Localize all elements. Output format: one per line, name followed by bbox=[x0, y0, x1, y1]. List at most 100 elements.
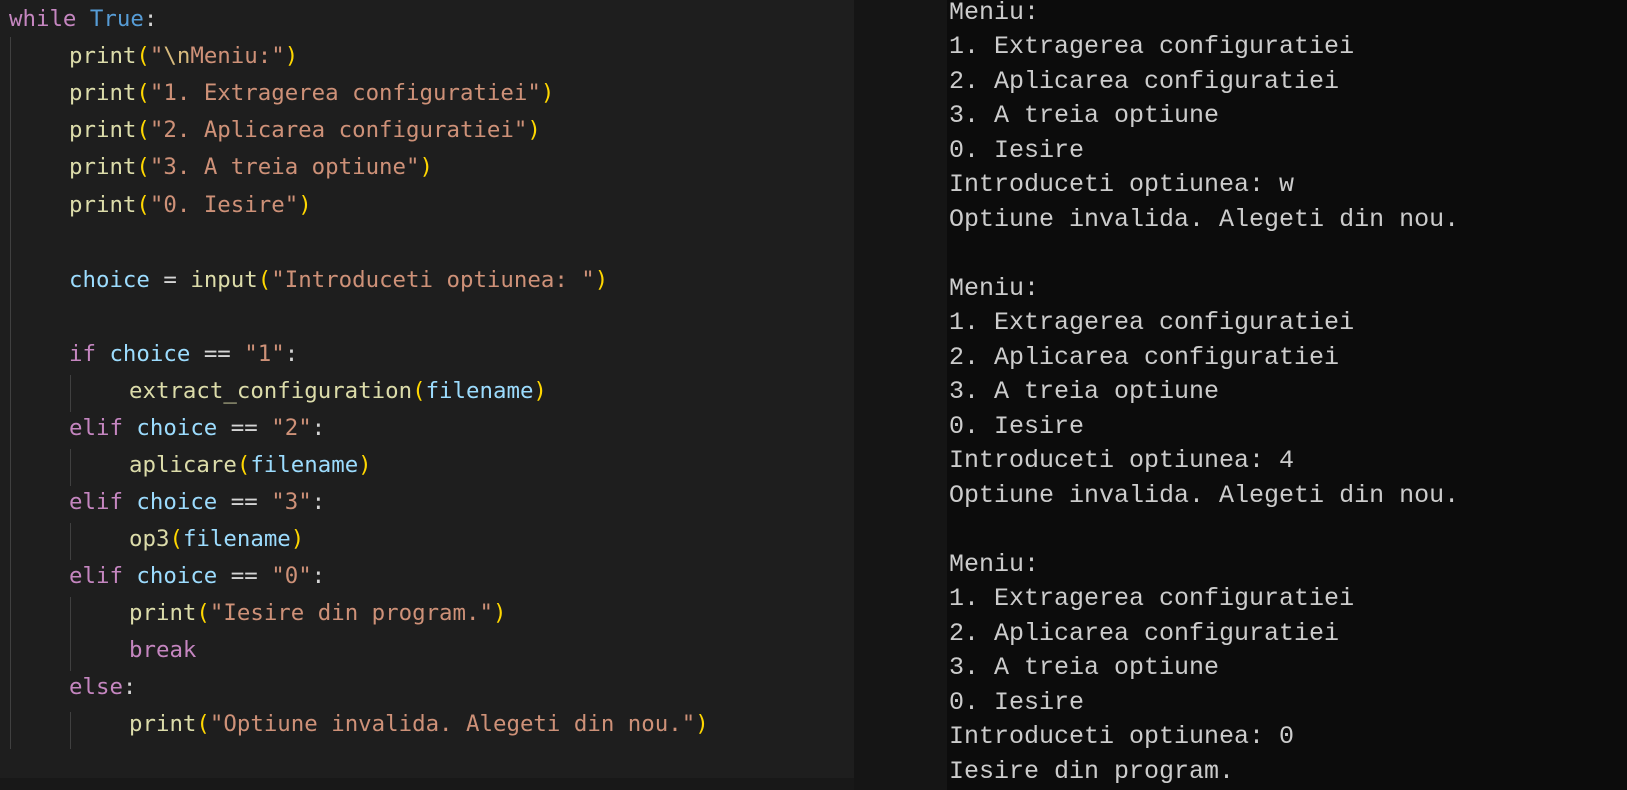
code-line[interactable]: break bbox=[129, 632, 196, 669]
string-literal: 2. Aplicarea configuratiei bbox=[163, 117, 514, 143]
string-quote: " bbox=[298, 563, 312, 589]
bracket: ) bbox=[540, 80, 555, 106]
terminal-line: 2. Aplicarea configuratiei bbox=[949, 619, 1340, 648]
code-line[interactable]: print("\nMeniu:") bbox=[69, 38, 298, 75]
string-literal: Meniu: bbox=[190, 43, 272, 69]
operator: == bbox=[217, 489, 272, 515]
string-quote: " bbox=[149, 117, 164, 143]
constant: True bbox=[89, 6, 144, 32]
keyword: while bbox=[9, 6, 77, 32]
code-line[interactable]: print("1. Extragerea configuratiei") bbox=[69, 75, 554, 112]
string-quote: " bbox=[209, 711, 224, 737]
terminal-line: 0. Iesire bbox=[949, 136, 1085, 165]
code-line[interactable]: elif choice == "3": bbox=[69, 484, 325, 521]
bracket: ( bbox=[136, 80, 150, 106]
function-name: aplicare bbox=[129, 452, 237, 478]
bracket: ) bbox=[290, 526, 305, 552]
code-line[interactable]: op3(filename) bbox=[129, 521, 304, 558]
terminal-line: Introduceti optiunea: 0 bbox=[949, 722, 1295, 751]
bracket: ) bbox=[493, 600, 507, 626]
editor-bottom-strip bbox=[0, 778, 854, 790]
keyword: break bbox=[129, 637, 197, 663]
operator: = bbox=[149, 267, 191, 293]
string-literal: 3. A treia optiune bbox=[163, 154, 407, 180]
code-line[interactable]: elif choice == "0": bbox=[69, 558, 325, 595]
string-literal: Iesire din program. bbox=[223, 600, 480, 626]
code-line[interactable]: aplicare(filename) bbox=[129, 447, 372, 484]
bracket: ) bbox=[533, 378, 547, 404]
string-quote: " bbox=[149, 43, 164, 69]
string-quote: " bbox=[244, 341, 258, 367]
string-literal: 3 bbox=[284, 489, 299, 515]
terminal-line: Introduceti optiunea: w bbox=[949, 170, 1295, 199]
keyword: elif bbox=[69, 415, 123, 441]
keyword: else bbox=[69, 674, 123, 700]
screenshot: while True: print("\nMeniu:") print("1. … bbox=[0, 0, 1627, 790]
code-line[interactable]: print("Optiune invalida. Alegeti din nou… bbox=[129, 706, 709, 743]
code-line[interactable]: while True: bbox=[9, 1, 157, 38]
string-literal: 0 bbox=[284, 563, 299, 589]
code-editor[interactable]: while True: print("\nMeniu:") print("1. … bbox=[0, 0, 854, 790]
string-quote: " bbox=[149, 80, 164, 106]
bracket: ( bbox=[257, 267, 272, 293]
indent-guide bbox=[70, 449, 71, 486]
terminal-line: Iesire din program. bbox=[949, 757, 1235, 786]
indent-guide bbox=[70, 597, 71, 671]
colon: : bbox=[311, 489, 326, 515]
variable: filename bbox=[425, 378, 534, 404]
string-literal: 1 bbox=[257, 341, 272, 367]
code-line[interactable]: print("2. Aplicarea configuratiei") bbox=[69, 112, 541, 149]
code-line[interactable]: extract_configuration(filename) bbox=[129, 373, 547, 410]
terminal-output[interactable]: Meniu: 1. Extragerea configuratiei 2. Ap… bbox=[947, 0, 1627, 790]
terminal-line: Optiune invalida. Alegeti din nou. bbox=[949, 481, 1460, 510]
code-line[interactable]: print("Iesire din program.") bbox=[129, 595, 506, 632]
function-name: print bbox=[69, 80, 137, 106]
bracket: ( bbox=[136, 192, 150, 218]
string-quote: " bbox=[298, 489, 312, 515]
terminal-line: 1. Extragerea configuratiei bbox=[949, 308, 1355, 337]
bracket: ) bbox=[695, 711, 709, 737]
string-quote: " bbox=[271, 267, 285, 293]
bracket: ( bbox=[236, 452, 251, 478]
string-quote: " bbox=[271, 563, 285, 589]
function-name: op3 bbox=[129, 526, 170, 552]
bracket: ( bbox=[136, 117, 150, 143]
code-line[interactable]: print("0. Iesire") bbox=[69, 187, 312, 224]
variable: choice bbox=[69, 267, 150, 293]
variable: choice bbox=[136, 563, 218, 589]
string-literal: 1. Extragerea configuratiei bbox=[163, 80, 528, 106]
indent-guide bbox=[70, 523, 71, 560]
indent-guide bbox=[10, 37, 11, 749]
variable: filename bbox=[182, 526, 291, 552]
bracket: ) bbox=[298, 192, 312, 218]
indent-guide bbox=[70, 712, 71, 749]
code-line[interactable]: else: bbox=[69, 669, 136, 706]
bracket: ( bbox=[136, 154, 150, 180]
terminal-line: Introduceti optiunea: 4 bbox=[949, 446, 1295, 475]
terminal-line: Optiune invalida. Alegeti din nou. bbox=[949, 205, 1460, 234]
keyword: elif bbox=[69, 489, 123, 515]
code-line[interactable]: choice = input("Introduceti optiunea: ") bbox=[69, 262, 608, 299]
string-quote: " bbox=[298, 415, 312, 441]
code-line[interactable]: if choice == "1": bbox=[69, 336, 298, 373]
bracket: ( bbox=[196, 711, 210, 737]
terminal-line: 2. Aplicarea configuratiei bbox=[949, 67, 1340, 96]
string-quote: " bbox=[581, 267, 595, 293]
string-quote: " bbox=[406, 154, 420, 180]
operator: == bbox=[217, 563, 272, 589]
colon: : bbox=[284, 341, 299, 367]
string-quote: " bbox=[271, 43, 285, 69]
colon: : bbox=[143, 6, 158, 32]
bracket: ) bbox=[284, 43, 299, 69]
bracket: ) bbox=[419, 154, 433, 180]
code-line[interactable]: elif choice == "2": bbox=[69, 410, 325, 447]
string-quote: " bbox=[271, 489, 285, 515]
string-literal: 2 bbox=[284, 415, 299, 441]
operator: == bbox=[190, 341, 245, 367]
terminal-line: 1. Extragerea configuratiei bbox=[949, 584, 1355, 613]
string-quote: " bbox=[527, 80, 541, 106]
function-name: print bbox=[69, 43, 137, 69]
code-line[interactable]: print("3. A treia optiune") bbox=[69, 149, 433, 186]
bracket: ) bbox=[594, 267, 609, 293]
colon: : bbox=[311, 563, 326, 589]
